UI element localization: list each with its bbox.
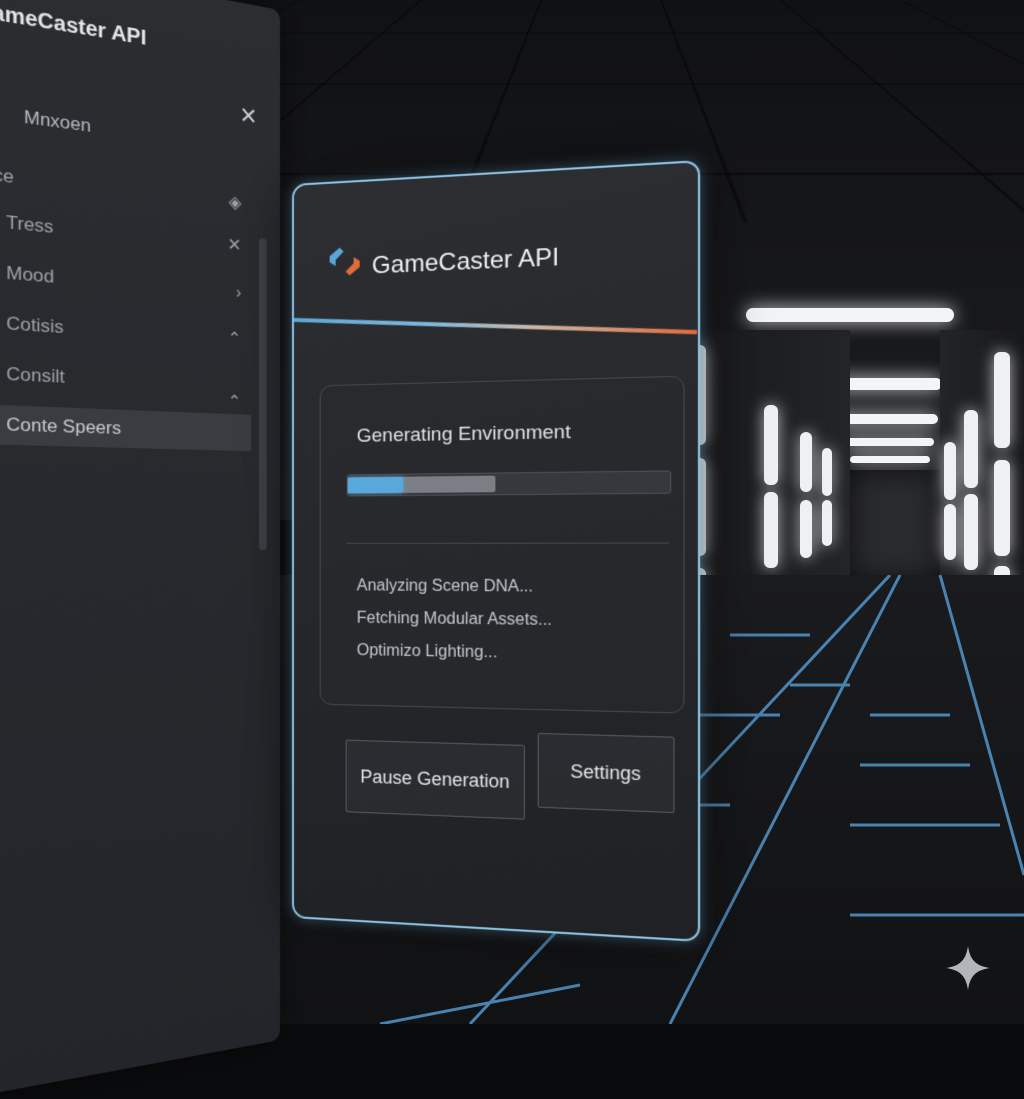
generation-dialog: GameCaster API Generating Environment An… [292,160,700,942]
status-step: Fetching Modular Assets... [357,610,552,631]
side-panel-title: GameCaster API [0,0,146,51]
chevron-right-icon[interactable]: › [236,274,242,311]
progress-divider [347,543,669,544]
wall-light [822,448,832,496]
progress-heading: Generating Environment [357,421,571,447]
list-item-label: Tress [6,212,53,237]
ceiling-light [746,308,954,322]
wall-light [800,432,812,492]
chevron-up-icon[interactable]: ⌃ [227,320,241,358]
search-label: ivsce [0,161,14,187]
sparkle-icon [944,944,992,992]
list-item-label: Mood [6,262,54,287]
wall-light [964,494,978,570]
side-panel: GameCaster API ✕ t Mnxoen ivsce ◈ ☷Tress… [0,0,280,1099]
accent-divider [294,318,697,334]
ceiling-light [850,456,930,463]
dialog-header: GameCaster API [294,162,698,316]
wall-light [944,442,956,500]
wall-light [944,504,956,560]
list-item-label: Cotisis [6,313,63,337]
diamond-icon: ◈ [229,184,242,222]
chevron-up-icon[interactable]: ⌃ [227,383,241,420]
list-item[interactable]: ▢Cotisis ⌃ [0,301,251,358]
progress-card: Generating Environment Analyzing Scene D… [320,376,685,714]
list-item-label: Consilt [6,363,65,387]
side-panel-tab[interactable]: Mnxoen [24,107,91,138]
corridor-end [850,470,940,580]
wall-light [764,405,778,485]
status-step: Analyzing Scene DNA... [357,577,533,596]
list-item-active[interactable]: ▢Conte Speers ⌃ [0,403,251,451]
close-icon[interactable]: ✕ [239,102,257,131]
ceiling-light [840,438,934,446]
side-panel-tabs: t Mnxoen [0,100,127,142]
scrollbar[interactable] [259,238,267,550]
list-item[interactable]: ⬠Consilt [0,352,251,405]
pause-generation-button[interactable]: Pause Generation [346,740,525,820]
wall-light [994,352,1010,448]
wall-light [764,492,778,568]
settings-button[interactable]: Settings [538,733,675,813]
wall-light [994,460,1010,556]
wall-light [964,410,978,488]
progress-bar [347,470,672,496]
progress-fill [348,477,404,494]
list-item-label: Conte Speers [6,414,121,438]
wall-light [800,500,812,558]
wall-light [822,500,832,546]
status-step: Optimizo Lighting... [357,642,498,663]
gamecaster-logo-icon [328,239,362,285]
dialog-title: GameCaster API [372,243,559,280]
remove-icon[interactable]: ✕ [227,226,241,264]
